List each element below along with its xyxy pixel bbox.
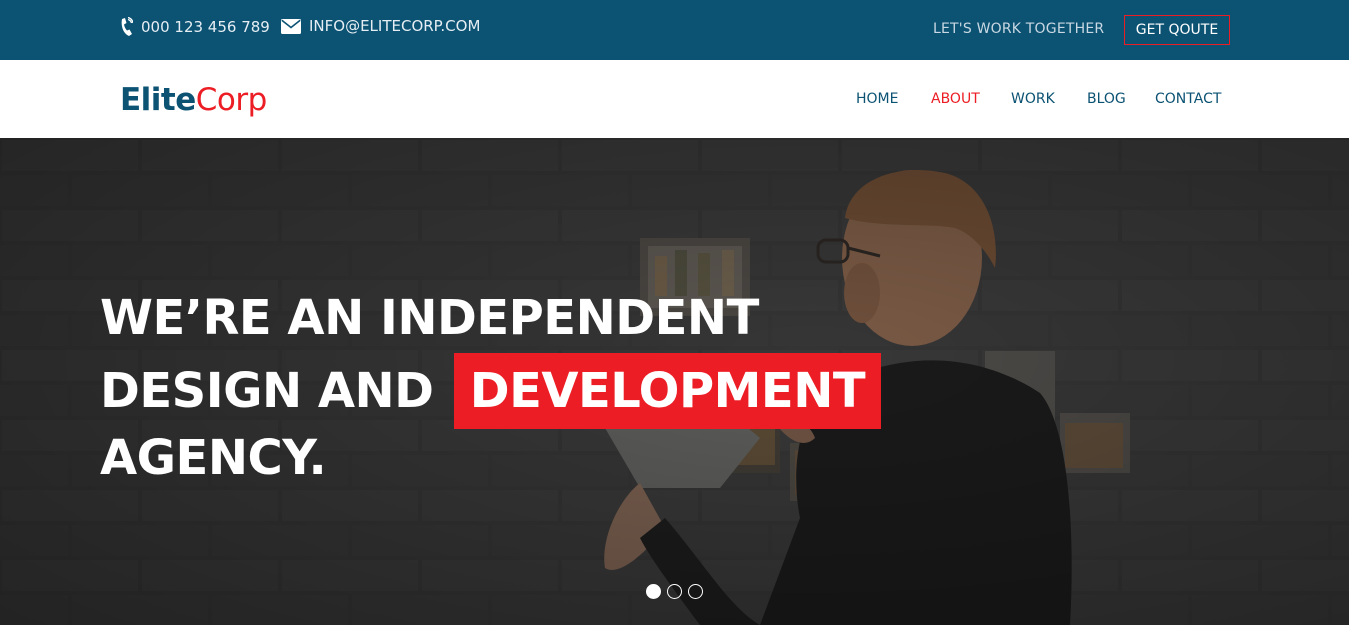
main-navbar: EliteCorp HOME ABOUT WORK BLOG CONTACT — [0, 60, 1349, 138]
nav-contact[interactable]: CONTACT — [1155, 91, 1221, 107]
slide-dot-3[interactable] — [688, 584, 703, 599]
email-address: INFO@ELITECORP.COM — [309, 17, 481, 35]
headline-prefix: DESIGN AND — [100, 363, 434, 419]
email-contact[interactable]: INFO@ELITECORP.COM — [281, 17, 480, 35]
work-together-link[interactable]: LET'S WORK TOGETHER — [933, 21, 1104, 37]
nav-blog[interactable]: BLOG — [1087, 91, 1126, 107]
hero-slider: WE’RE AN INDEPENDENT DESIGN AND DEVELOPM… — [0, 138, 1349, 625]
main-nav: HOME ABOUT WORK BLOG CONTACT — [0, 91, 1349, 111]
nav-home[interactable]: HOME — [856, 91, 898, 107]
nav-about[interactable]: ABOUT — [931, 91, 980, 107]
top-bar: 000 123 456 789 INFO@ELITECORP.COM LET'S… — [0, 0, 1349, 60]
headline-line-1: WE’RE AN INDEPENDENT — [100, 290, 759, 346]
envelope-icon — [281, 18, 301, 34]
phone-contact[interactable]: 000 123 456 789 — [119, 17, 270, 37]
headline-highlight: DEVELOPMENT — [453, 353, 882, 429]
slide-dot-1[interactable] — [646, 584, 661, 599]
phone-icon — [119, 17, 133, 37]
slider-pagination — [646, 584, 703, 599]
get-quote-button[interactable]: GET QOUTE — [1124, 15, 1230, 45]
hero-headline: WE’RE AN INDEPENDENT DESIGN AND DEVELOPM… — [100, 283, 882, 493]
nav-work[interactable]: WORK — [1011, 91, 1055, 107]
phone-number: 000 123 456 789 — [141, 18, 270, 36]
headline-line-3: AGENCY. — [100, 430, 327, 486]
slide-dot-2[interactable] — [667, 584, 682, 599]
headline-line-2: DESIGN AND DEVELOPMENT — [100, 353, 882, 429]
